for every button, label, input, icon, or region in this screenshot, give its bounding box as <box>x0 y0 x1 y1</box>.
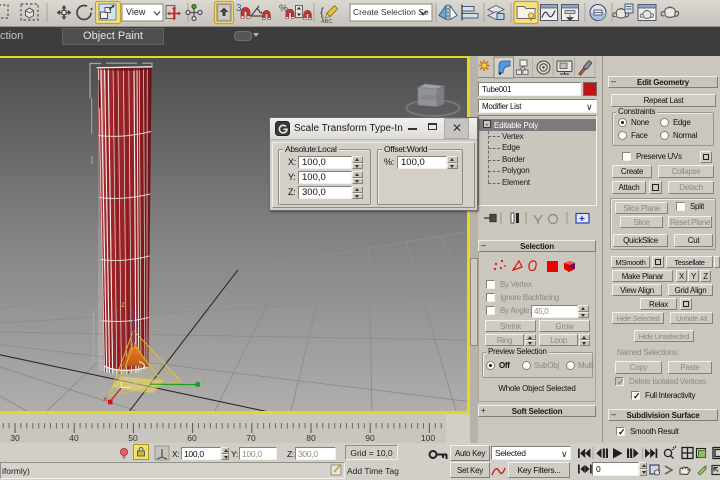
svg-text:100: 100 <box>421 433 435 443</box>
svg-text:ABC: ABC <box>321 19 332 25</box>
svg-text:View: View <box>126 7 146 17</box>
svg-text:80: 80 <box>306 433 316 443</box>
svg-text:{: { <box>320 5 324 19</box>
svg-text:Y: Y <box>201 377 207 386</box>
svg-text:30: 30 <box>10 433 20 443</box>
svg-text:RIGHT: RIGHT <box>422 96 438 102</box>
svg-text:50: 50 <box>128 433 138 443</box>
svg-text:60: 60 <box>187 433 197 443</box>
svg-text:z: z <box>121 300 125 309</box>
svg-text:70: 70 <box>246 433 256 443</box>
svg-text:Create Selection Se: Create Selection Se <box>353 7 429 17</box>
svg-text:x: x <box>104 396 108 403</box>
svg-text:40: 40 <box>69 433 79 443</box>
svg-text:90: 90 <box>365 433 375 443</box>
